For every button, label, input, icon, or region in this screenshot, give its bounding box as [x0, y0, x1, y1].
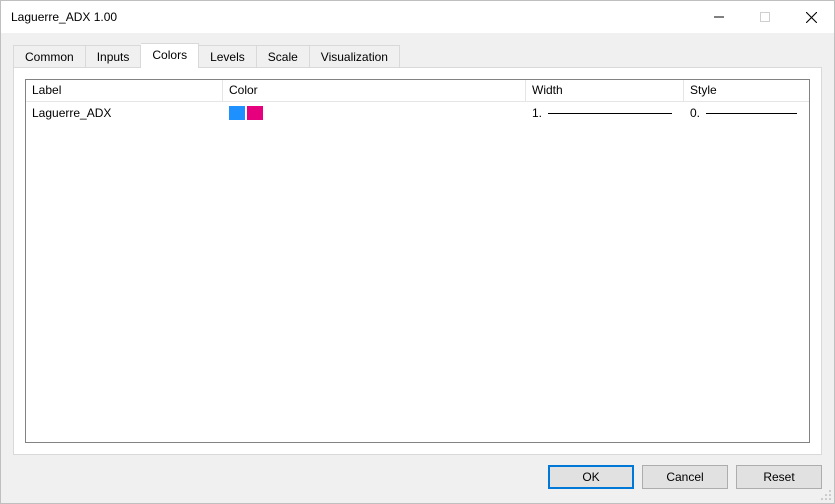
tab-common[interactable]: Common	[13, 45, 86, 67]
tab-colors[interactable]: Colors	[141, 43, 199, 68]
header-style[interactable]: Style	[684, 80, 809, 101]
header-color[interactable]: Color	[223, 80, 526, 101]
row-style-cell[interactable]: 0.	[684, 102, 809, 124]
color-swatch-2[interactable]	[247, 106, 263, 120]
tab-panel-colors: Label Color Width Style Laguerre_ADX 1.	[13, 67, 822, 455]
close-button[interactable]	[788, 1, 834, 33]
client-area: Common Inputs Colors Levels Scale Visual…	[1, 33, 834, 503]
resize-grip[interactable]	[820, 489, 832, 501]
reset-button[interactable]: Reset	[736, 465, 822, 489]
grid-header: Label Color Width Style	[26, 80, 809, 102]
titlebar: Laguerre_ADX 1.00	[1, 1, 834, 33]
dialog-window: Laguerre_ADX 1.00 Common Inputs Colors L…	[0, 0, 835, 504]
window-title: Laguerre_ADX 1.00	[11, 10, 696, 24]
tab-visualization[interactable]: Visualization	[310, 45, 400, 67]
row-label: Laguerre_ADX	[26, 102, 223, 124]
cancel-button[interactable]: Cancel	[642, 465, 728, 489]
header-width[interactable]: Width	[526, 80, 684, 101]
tab-inputs[interactable]: Inputs	[86, 45, 142, 67]
width-line-sample	[548, 113, 672, 114]
window-controls	[696, 1, 834, 33]
row-color-cell[interactable]	[223, 102, 526, 124]
header-label[interactable]: Label	[26, 80, 223, 101]
minimize-button[interactable]	[696, 1, 742, 33]
maximize-button	[742, 1, 788, 33]
style-index: 0.	[690, 106, 700, 120]
width-index: 1.	[532, 106, 542, 120]
dialog-buttons: OK Cancel Reset	[13, 455, 822, 491]
color-swatch-1[interactable]	[229, 106, 245, 120]
ok-button[interactable]: OK	[548, 465, 634, 489]
tabstrip: Common Inputs Colors Levels Scale Visual…	[13, 43, 822, 67]
tab-levels[interactable]: Levels	[199, 45, 257, 67]
colors-grid: Label Color Width Style Laguerre_ADX 1.	[25, 79, 810, 443]
style-line-sample	[706, 113, 797, 114]
tab-scale[interactable]: Scale	[257, 45, 310, 67]
grid-body: Laguerre_ADX 1. 0.	[26, 102, 809, 442]
row-width-cell[interactable]: 1.	[526, 102, 684, 124]
table-row[interactable]: Laguerre_ADX 1. 0.	[26, 102, 809, 124]
